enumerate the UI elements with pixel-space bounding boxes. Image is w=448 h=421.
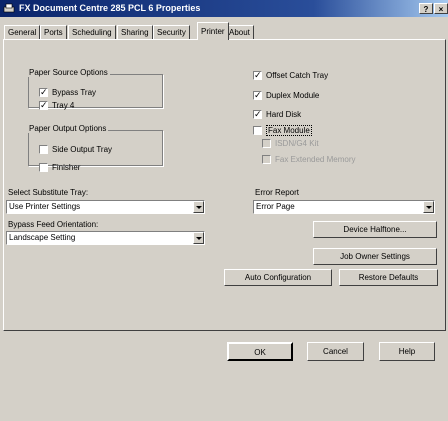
tray-4-checkbox[interactable]: ✓ <box>39 101 48 110</box>
job-owner-settings-button[interactable]: Job Owner Settings <box>313 248 437 265</box>
paper-output-title: Paper Output Options <box>27 124 109 133</box>
bypass-tray-label: Bypass Tray <box>52 88 97 97</box>
close-title-button[interactable]: × <box>434 3 448 14</box>
bypass-feed-label: Bypass Feed Orientation: <box>8 220 99 229</box>
check-mark-icon: ✓ <box>254 109 262 119</box>
tab-general[interactable]: General <box>4 25 41 39</box>
bypass-feed-dropdown[interactable]: Landscape Setting <box>6 231 205 245</box>
substitute-tray-dropdown[interactable]: Use Printer Settings <box>6 200 205 214</box>
chevron-down-icon[interactable] <box>193 232 204 244</box>
offset-catch-tray-label: Offset Catch Tray <box>266 71 329 80</box>
duplex-module-label: Duplex Module <box>266 91 320 100</box>
fax-extended-memory-checkbox[interactable] <box>262 155 271 164</box>
auto-configuration-button[interactable]: Auto Configuration <box>224 269 332 286</box>
substitute-tray-value: Use Printer Settings <box>9 202 81 211</box>
help-button[interactable]: Help <box>379 342 435 361</box>
device-halftone-button[interactable]: Device Halftone... <box>313 221 437 238</box>
finisher-label: Finisher <box>52 163 81 172</box>
check-mark-icon: ✓ <box>254 90 262 100</box>
isdn-g4-kit-checkbox[interactable] <box>262 139 271 148</box>
title-bar[interactable]: FX Document Centre 285 PCL 6 Properties … <box>0 0 448 17</box>
bypass-feed-value: Landscape Setting <box>9 233 76 242</box>
error-report-dropdown[interactable]: Error Page <box>253 200 435 214</box>
duplex-module-checkbox[interactable]: ✓ <box>253 91 262 100</box>
offset-catch-tray-checkbox[interactable]: ✓ <box>253 71 262 80</box>
hard-disk-label: Hard Disk <box>266 110 302 119</box>
side-output-tray-label: Side Output Tray <box>52 145 113 154</box>
paper-source-title: Paper Source Options <box>27 68 110 77</box>
tab-security[interactable]: Security <box>153 25 190 39</box>
bypass-tray-checkbox[interactable]: ✓ <box>39 88 48 97</box>
cancel-button[interactable]: Cancel <box>307 342 364 361</box>
printer-icon <box>3 3 15 13</box>
help-title-button[interactable]: ? <box>419 3 433 14</box>
chevron-down-icon[interactable] <box>423 201 434 213</box>
error-report-value: Error Page <box>256 202 295 211</box>
check-mark-icon: ✓ <box>40 100 48 110</box>
substitute-tray-label: Select Substitute Tray: <box>8 188 89 197</box>
window-title: FX Document Centre 285 PCL 6 Properties <box>19 3 201 13</box>
side-output-tray-checkbox[interactable] <box>39 145 48 154</box>
tray-4-label: Tray 4 <box>52 101 75 110</box>
tab-sharing[interactable]: Sharing <box>117 25 153 39</box>
hard-disk-checkbox[interactable]: ✓ <box>253 110 262 119</box>
ok-button[interactable]: OK <box>227 342 293 361</box>
error-report-label: Error Report <box>255 188 300 197</box>
check-mark-icon: ✓ <box>40 87 48 97</box>
tab-printer[interactable]: Printer <box>197 22 229 40</box>
fax-module-label: Fax Module <box>266 125 312 136</box>
finisher-checkbox[interactable] <box>39 163 48 172</box>
tab-scheduling[interactable]: Scheduling <box>68 25 116 39</box>
check-mark-icon: ✓ <box>254 70 262 80</box>
restore-defaults-button[interactable]: Restore Defaults <box>339 269 438 286</box>
chevron-down-icon[interactable] <box>193 201 204 213</box>
fax-module-checkbox[interactable] <box>253 126 262 135</box>
tab-ports[interactable]: Ports <box>40 25 67 39</box>
fax-extended-memory-label: Fax Extended Memory <box>275 155 356 164</box>
isdn-g4-kit-label: ISDN/G4 Kit <box>275 139 319 148</box>
tab-about[interactable]: About <box>225 25 254 39</box>
